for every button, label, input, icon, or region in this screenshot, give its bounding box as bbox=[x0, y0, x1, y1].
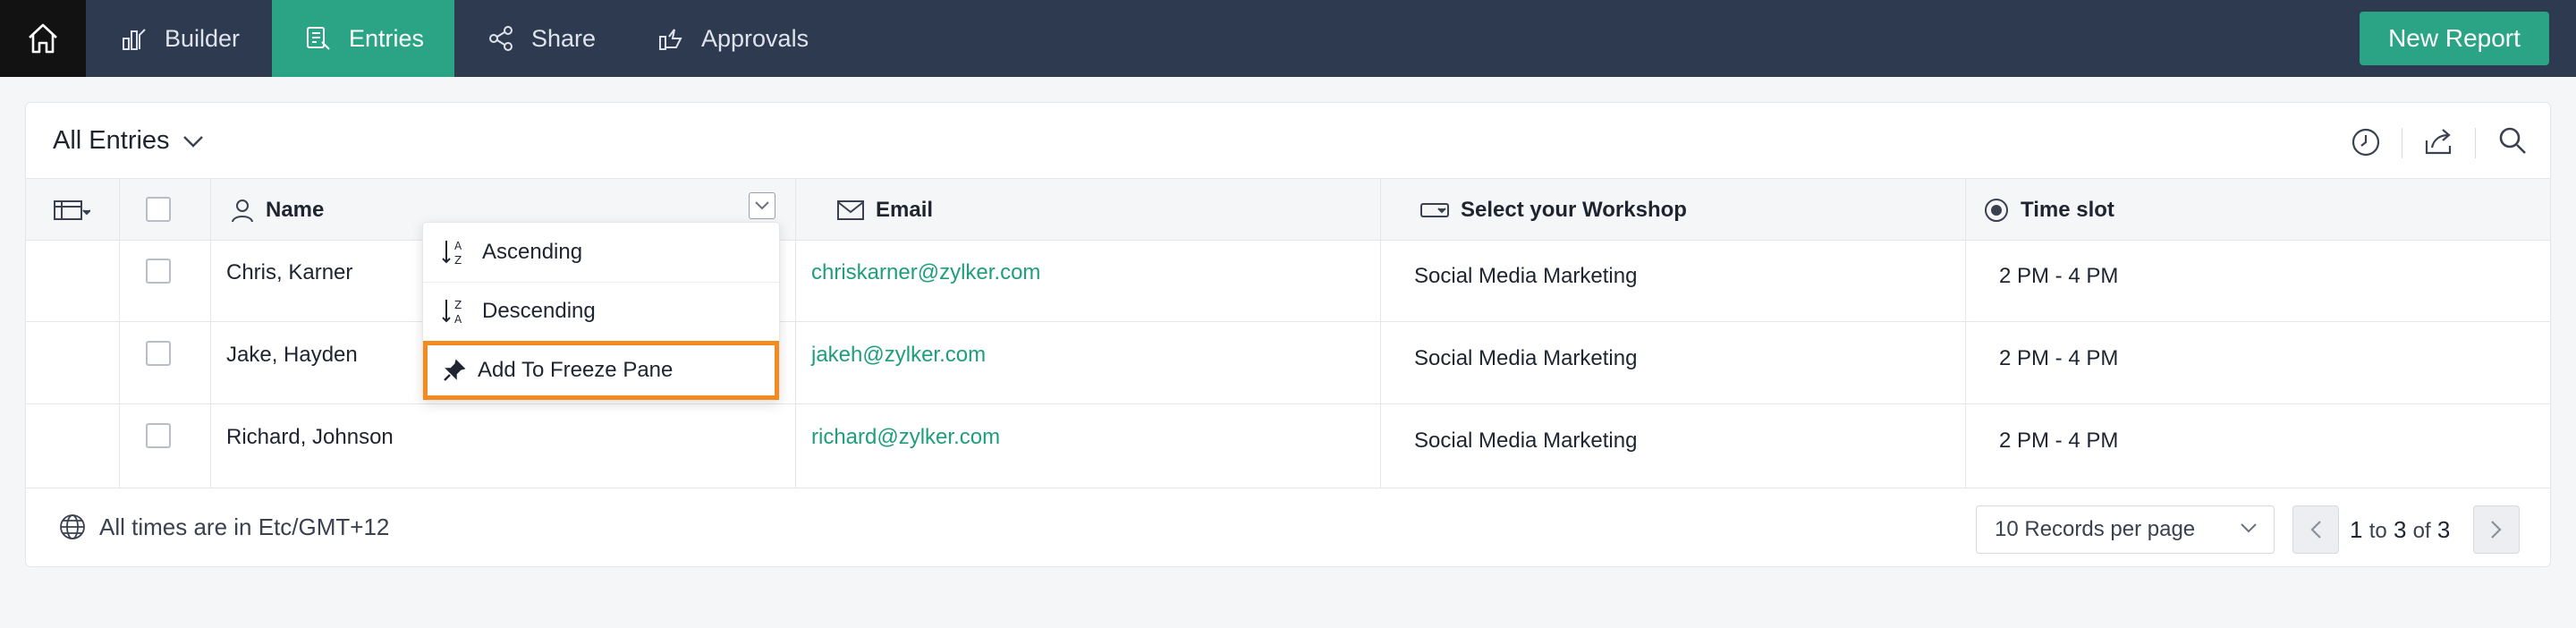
timezone-note: All times are in Etc/GMT+12 bbox=[58, 513, 389, 541]
top-navigation: Builder Entries Share Approvals New Repo… bbox=[0, 0, 2576, 77]
dropdown-field-icon bbox=[1420, 203, 1449, 217]
column-settings-button[interactable] bbox=[53, 179, 101, 242]
globe-icon bbox=[60, 514, 85, 539]
cell-time-slot: 2 PM - 4 PM bbox=[1999, 264, 2119, 288]
cell-name: Chris, Karner bbox=[226, 260, 353, 284]
svg-text:Z: Z bbox=[454, 254, 462, 267]
cell-email[interactable]: jakeh@zylker.com bbox=[811, 343, 986, 368]
report-view-selector[interactable]: All Entries bbox=[53, 126, 204, 156]
cell-time-slot: 2 PM - 4 PM bbox=[1999, 429, 2119, 453]
svg-text:A: A bbox=[454, 240, 462, 252]
export-icon bbox=[2425, 129, 2452, 155]
nav-approvals-label: Approvals bbox=[701, 24, 809, 52]
timezone-text: All times are in Etc/GMT+12 bbox=[99, 513, 390, 540]
menu-item-ascending-label: Ascending bbox=[482, 240, 583, 264]
column-sort-menu: A Z Ascending Z A Descending Add To Free… bbox=[422, 222, 780, 401]
columns-icon bbox=[54, 200, 90, 220]
cell-workshop: Social Media Marketing bbox=[1414, 429, 1638, 453]
chevron-down-icon bbox=[182, 135, 203, 148]
column-header-email-label: Email bbox=[876, 198, 934, 222]
cell-workshop: Social Media Marketing bbox=[1414, 346, 1638, 370]
pin-icon bbox=[444, 359, 466, 381]
page-to: 3 bbox=[2393, 516, 2407, 543]
next-page-button[interactable] bbox=[2473, 505, 2520, 554]
report-card: All Entries Name Email Select your Works… bbox=[25, 102, 2551, 567]
new-report-button[interactable]: New Report bbox=[2360, 12, 2549, 65]
row-checkbox[interactable] bbox=[146, 423, 171, 448]
page-to-word: to bbox=[2368, 519, 2387, 543]
search-button[interactable] bbox=[2495, 123, 2530, 163]
home-icon bbox=[29, 23, 57, 54]
svg-text:Z: Z bbox=[454, 299, 462, 311]
table-header: Name Email Select your Workshop Time slo… bbox=[26, 178, 2550, 241]
chevron-down-icon bbox=[2241, 523, 2257, 533]
column-divider bbox=[795, 178, 796, 488]
cell-email[interactable]: richard@zylker.com bbox=[811, 425, 1000, 450]
menu-item-add-to-freeze-pane[interactable]: Add To Freeze Pane bbox=[423, 341, 779, 400]
column-header-name-label: Name bbox=[266, 198, 325, 222]
column-divider bbox=[1380, 178, 1381, 488]
cell-time-slot: 2 PM - 4 PM bbox=[1999, 346, 2119, 370]
select-all-checkbox[interactable] bbox=[146, 197, 171, 222]
page-of-word: of bbox=[2412, 519, 2431, 543]
nav-builder-label: Builder bbox=[165, 24, 241, 52]
menu-item-add-to-freeze-pane-label: Add To Freeze Pane bbox=[478, 358, 674, 382]
cell-email[interactable]: chriskarner@zylker.com bbox=[811, 260, 1040, 285]
column-header-name[interactable]: Name bbox=[230, 179, 324, 242]
cell-name: Jake, Hayden bbox=[226, 343, 358, 367]
nav-approvals[interactable]: Approvals bbox=[657, 0, 826, 77]
column-header-workshop[interactable]: Select your Workshop bbox=[1419, 179, 1687, 242]
records-per-page-select[interactable]: 10 Records per page bbox=[1976, 505, 2275, 554]
entries-icon bbox=[307, 27, 330, 50]
nav-entries-label: Entries bbox=[349, 24, 425, 52]
pagination-info: 1 to 3 of 3 bbox=[2350, 516, 2450, 544]
cell-name: Richard, Johnson bbox=[226, 425, 394, 449]
column-divider bbox=[1965, 178, 1966, 488]
history-button[interactable] bbox=[2348, 123, 2384, 163]
records-per-page-value: 10 Records per page bbox=[1995, 517, 2196, 541]
column-divider bbox=[119, 178, 120, 488]
page-from: 1 bbox=[2350, 516, 2363, 543]
column-divider bbox=[210, 178, 211, 488]
page-total: 3 bbox=[2436, 516, 2451, 543]
menu-item-descending[interactable]: Z A Descending bbox=[423, 282, 779, 341]
column-header-time-slot-label: Time slot bbox=[2021, 198, 2114, 222]
toolbar-divider bbox=[2475, 128, 2476, 158]
row-checkbox[interactable] bbox=[146, 259, 171, 284]
person-icon bbox=[232, 199, 253, 223]
nav-share[interactable]: Share bbox=[487, 0, 603, 77]
row-divider bbox=[26, 321, 2550, 322]
column-header-workshop-label: Select your Workshop bbox=[1461, 198, 1687, 222]
radio-icon bbox=[1985, 199, 2008, 222]
approvals-icon bbox=[659, 29, 682, 50]
clock-icon bbox=[2351, 128, 2380, 157]
home-button[interactable] bbox=[0, 0, 86, 77]
nav-builder[interactable]: Builder bbox=[120, 0, 272, 77]
report-title: All Entries bbox=[53, 126, 170, 155]
column-header-time-slot[interactable]: Time slot bbox=[1983, 179, 2114, 242]
previous-page-button[interactable] bbox=[2292, 505, 2339, 554]
builder-icon bbox=[123, 29, 146, 50]
menu-item-ascending[interactable]: A Z Ascending bbox=[423, 223, 779, 282]
svg-text:A: A bbox=[454, 313, 462, 326]
chevron-left-icon bbox=[2310, 521, 2321, 539]
share-icon bbox=[489, 26, 513, 51]
sort-ascending-icon: A Z bbox=[442, 240, 462, 267]
nav-entries[interactable]: Entries bbox=[272, 0, 454, 77]
nav-share-label: Share bbox=[531, 24, 597, 52]
search-icon bbox=[2499, 127, 2526, 154]
chevron-down-icon bbox=[755, 201, 769, 210]
chevron-right-icon bbox=[2491, 521, 2502, 539]
row-checkbox[interactable] bbox=[146, 341, 171, 366]
export-button[interactable] bbox=[2421, 123, 2457, 163]
cell-workshop: Social Media Marketing bbox=[1414, 264, 1638, 288]
menu-item-descending-label: Descending bbox=[482, 299, 596, 323]
sort-descending-icon: Z A bbox=[442, 299, 462, 326]
mail-icon bbox=[837, 200, 864, 220]
column-header-email[interactable]: Email bbox=[836, 179, 933, 242]
name-column-dropdown-button[interactable] bbox=[749, 192, 775, 219]
row-divider bbox=[26, 403, 2550, 404]
